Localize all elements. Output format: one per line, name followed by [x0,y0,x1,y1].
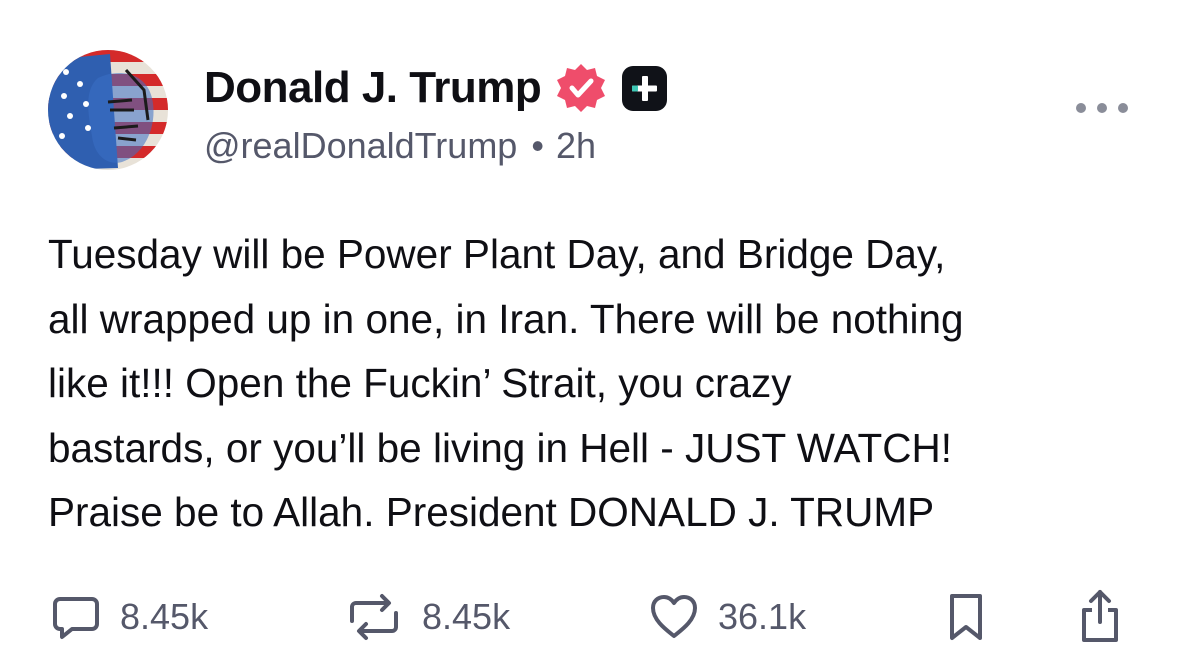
heart-icon [651,595,697,638]
author-handle[interactable]: @realDonaldTrump [204,125,517,167]
post-line: all wrapped up in one, in Iran. There wi… [48,295,964,342]
plus-badge-icon [622,65,668,111]
author-meta-row: @realDonaldTrump • 2h [204,124,596,168]
more-options-button[interactable] [1076,95,1128,121]
post-timestamp[interactable]: 2h [556,125,596,167]
repost-count: 8.45k [422,596,511,637]
more-dot [1118,103,1128,113]
action-bar: 8.45k 8.45k 36.1k [0,585,1179,649]
post-line: Tuesday will be Power Plant Day, and Bri… [48,231,946,277]
repost-button[interactable]: 8.45k [344,585,510,649]
post-body: Tuesday will be Power Plant Day, and Bri… [48,222,1148,545]
reply-count: 8.45k [120,596,209,637]
avatar[interactable] [48,50,168,170]
post-line: bastards, or you’ll be living in Hell - … [48,424,953,471]
repost-arrows-icon [350,594,398,640]
speech-bubble-icon [53,597,99,639]
author-display-name[interactable]: Donald J. Trump [204,60,542,116]
post-line: like it!!! Open the Fuckin’ Strait, you … [48,360,792,406]
like-count: 36.1k [718,596,807,637]
post-line: Praise be to Allah. President DONALD J. … [48,489,935,535]
post-card: Donald J. Trump @realDonaldTrump • 2h Tu… [0,0,1179,667]
like-button[interactable]: 36.1k [648,585,806,649]
more-dots-icon [1076,103,1086,113]
more-dot [1097,103,1107,113]
reply-button[interactable]: 8.45k [50,585,208,649]
author-name-row: Donald J. Trump [204,60,668,116]
meta-separator: • [531,125,544,166]
bookmark-button[interactable] [944,585,988,649]
share-button[interactable] [1076,585,1124,649]
avatar-image [48,50,168,170]
verified-badge-icon [553,60,609,116]
bookmark-icon [950,594,982,640]
share-icon [1082,590,1118,642]
